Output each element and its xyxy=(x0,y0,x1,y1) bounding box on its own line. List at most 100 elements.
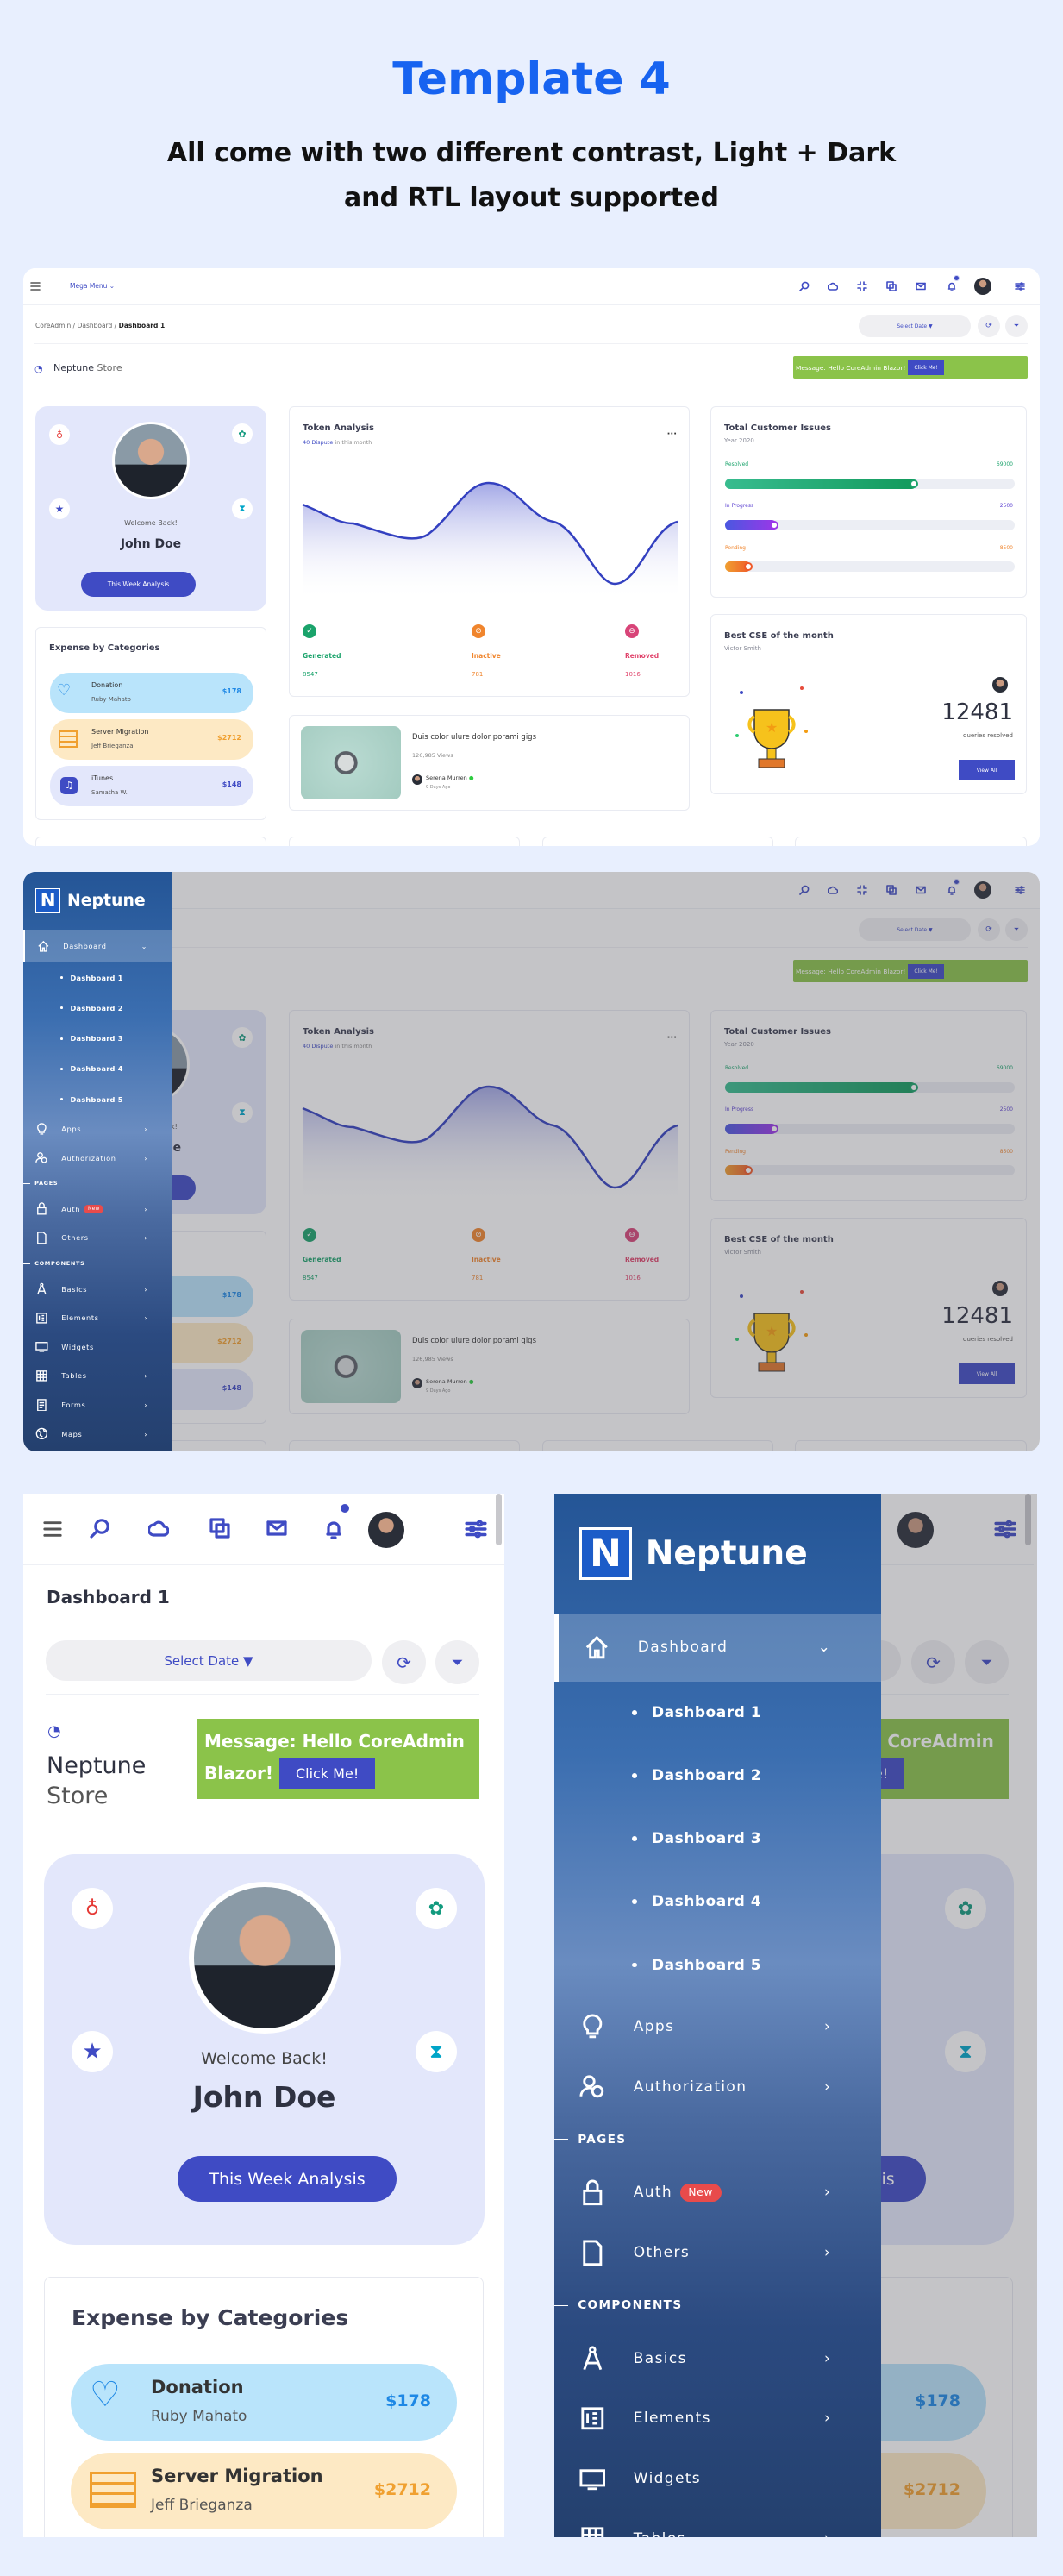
select-date-dropdown[interactable]: Select Date ▼ xyxy=(46,1640,372,1681)
sidebar-brand[interactable]: N Neptune xyxy=(554,1494,881,1614)
breadcrumb-item[interactable]: Dashboard xyxy=(78,322,113,329)
sidebar-item-dashboard[interactable]: Dashboard ⌄ xyxy=(554,1614,881,1682)
filter-button[interactable]: ⏷ xyxy=(435,1640,479,1684)
monitor-icon xyxy=(579,2466,606,2492)
sidebar-subitem-dashboard-2[interactable]: Dashboard 2 xyxy=(23,993,172,1023)
file-icon xyxy=(35,1232,48,1244)
mail-icon[interactable] xyxy=(266,1518,287,1539)
cse-caption: queries resolved xyxy=(963,732,1013,739)
sidebar-subitem-dashboard-4[interactable]: Dashboard 4 xyxy=(23,1054,172,1084)
divider xyxy=(34,343,1028,344)
settings-sliders-icon[interactable] xyxy=(465,1518,487,1540)
mega-menu-dropdown[interactable]: Mega Menu ⌄ xyxy=(70,282,115,290)
video-thumbnail[interactable] xyxy=(301,726,401,799)
select-date-dropdown[interactable]: Select Date ▼ xyxy=(859,315,971,337)
brand-name: Neptune xyxy=(66,892,146,911)
sidebar-item-widgets[interactable]: Widgets xyxy=(554,2448,881,2509)
sidebar-item-authorization[interactable]: Authorization › xyxy=(23,1144,172,1173)
expense-item-donation[interactable]: ♡ Donation Ruby Mahato $178 xyxy=(71,2364,457,2441)
welcome-text: Welcome Back! xyxy=(124,519,178,527)
sidebar-item-dashboard[interactable]: Dashboard ⌄ xyxy=(23,930,172,962)
cloud-icon[interactable] xyxy=(148,1518,169,1539)
sidebar-subitem-dashboard-5[interactable]: Dashboard 5 xyxy=(554,1934,881,1996)
dim-overlay[interactable] xyxy=(23,872,1040,1451)
expense-item-server-migration[interactable]: Server Migration Jeff Brieganza $2712 xyxy=(71,2453,457,2529)
expense-item-server-migration[interactable]: Server Migration Jeff Brieganza $2712 xyxy=(50,719,253,760)
page-subheading-line-2: and RTL layout supported xyxy=(344,183,719,213)
sidebar-item-authorization[interactable]: Authorization › xyxy=(554,2057,881,2117)
stat-value-inactive: 781 xyxy=(472,671,484,678)
settings-sliders-icon[interactable] xyxy=(1015,281,1025,291)
lightbulb-icon xyxy=(579,2014,606,2040)
mail-icon[interactable] xyxy=(916,281,926,291)
menu-icon[interactable] xyxy=(30,281,41,291)
sidebar-item-tables[interactable]: Tables› xyxy=(554,2509,881,2537)
chevron-right-icon: › xyxy=(144,1233,148,1243)
form-icon xyxy=(35,1398,48,1412)
sidebar-subitem-dashboard-2[interactable]: Dashboard 2 xyxy=(554,1745,881,1808)
sidebar-item-apps[interactable]: Apps › xyxy=(23,1114,172,1144)
translate-icon[interactable] xyxy=(209,1518,230,1539)
sidebar-item-basics[interactable]: Basics › xyxy=(23,1275,172,1304)
sidebar-item-maps[interactable]: Maps › xyxy=(23,1420,172,1449)
sidebar-item-elements[interactable]: Elements › xyxy=(23,1303,172,1332)
best-cse-card: Best CSE of the month Victor Smith ★ 124… xyxy=(710,614,1027,794)
expense-item-itunes[interactable]: ♫ iTunes Samatha W. $148 xyxy=(50,766,253,806)
this-week-analysis-button[interactable]: This Week Analysis xyxy=(81,572,196,597)
sidebar-subitem-dashboard-1[interactable]: Dashboard 1 xyxy=(554,1682,881,1745)
video-card[interactable]: Duis color ulure dolor porami gigs 126,9… xyxy=(289,715,690,811)
new-badge: New xyxy=(84,1205,104,1213)
pending-progress-bar xyxy=(725,561,1015,572)
user-avatar[interactable] xyxy=(974,278,991,295)
message-text: Blazor! xyxy=(204,1763,273,1783)
video-title[interactable]: Duis color ulure dolor porami gigs xyxy=(412,733,536,742)
view-all-button[interactable]: View All xyxy=(959,760,1015,780)
expense-item-person: Jeff Brieganza xyxy=(151,2497,253,2514)
chevron-right-icon: › xyxy=(824,2530,831,2537)
click-me-button[interactable]: Click Me! xyxy=(278,1758,376,1789)
this-week-analysis-button[interactable]: This Week Analysis xyxy=(178,2156,397,2202)
sidebar-subitem-dashboard-3[interactable]: Dashboard 3 xyxy=(554,1808,881,1871)
click-me-button[interactable]: Click Me! xyxy=(908,360,944,375)
sidebar-subitem-dashboard-1[interactable]: Dashboard 1 xyxy=(23,962,172,993)
star-icon: ★ xyxy=(49,498,70,519)
refresh-button[interactable]: ⟳ xyxy=(978,315,1000,337)
sidebar-item-auth[interactable]: Auth New › xyxy=(23,1194,172,1224)
bottom-card xyxy=(542,837,773,846)
table-grid-icon xyxy=(35,1369,48,1382)
expense-item-amount: $148 xyxy=(222,780,241,788)
sidebar-subitem-dashboard-4[interactable]: Dashboard 4 xyxy=(554,1871,881,1934)
sidebar-brand[interactable]: N Neptune xyxy=(23,872,172,930)
breadcrumb-item[interactable]: CoreAdmin xyxy=(35,322,71,329)
monitor-icon xyxy=(35,1340,48,1353)
search-icon[interactable] xyxy=(90,1518,110,1539)
user-name: John Doe xyxy=(120,537,182,551)
sidebar-subitem-dashboard-3[interactable]: Dashboard 3 xyxy=(23,1023,172,1053)
menu-icon[interactable] xyxy=(43,1520,62,1539)
sidebar-item-auth[interactable]: Auth New › xyxy=(554,2162,881,2222)
sidebar-item-elements[interactable]: Elements › xyxy=(554,2389,881,2449)
expense-item-person: Samatha W. xyxy=(91,789,128,796)
sidebar-subitem-dashboard-5[interactable]: Dashboard 5 xyxy=(23,1084,172,1114)
sidebar-item-apps[interactable]: Apps › xyxy=(554,1996,881,2057)
search-icon[interactable] xyxy=(799,281,810,291)
sidebar-item-others[interactable]: Others › xyxy=(23,1224,172,1253)
expense-item-donation[interactable]: ♡ Donation Ruby Mahato $178 xyxy=(50,673,253,713)
chevron-right-icon: › xyxy=(824,2017,832,2035)
sidebar-item-others[interactable]: Others › xyxy=(554,2222,881,2283)
fullscreen-icon[interactable] xyxy=(857,281,867,291)
cloud-icon[interactable] xyxy=(828,281,838,291)
user-avatar[interactable] xyxy=(368,1512,404,1548)
scrollbar-thumb[interactable] xyxy=(496,1494,502,1545)
refresh-button[interactable]: ⟳ xyxy=(382,1640,426,1684)
sidebar-item-widgets[interactable]: Widgets xyxy=(23,1332,172,1362)
sidebar-item-forms[interactable]: Forms › xyxy=(23,1390,172,1420)
sidebar-item-tables[interactable]: Tables› xyxy=(23,1362,172,1391)
list-box-icon xyxy=(579,2405,606,2432)
bell-icon[interactable] xyxy=(947,281,957,291)
filter-button[interactable]: ⏷ xyxy=(1005,315,1028,337)
sidebar-item-basics[interactable]: Basics › xyxy=(554,2328,881,2389)
cse-count: 12481 xyxy=(941,699,1013,725)
translate-icon[interactable] xyxy=(886,281,897,291)
bell-icon[interactable] xyxy=(323,1518,344,1540)
